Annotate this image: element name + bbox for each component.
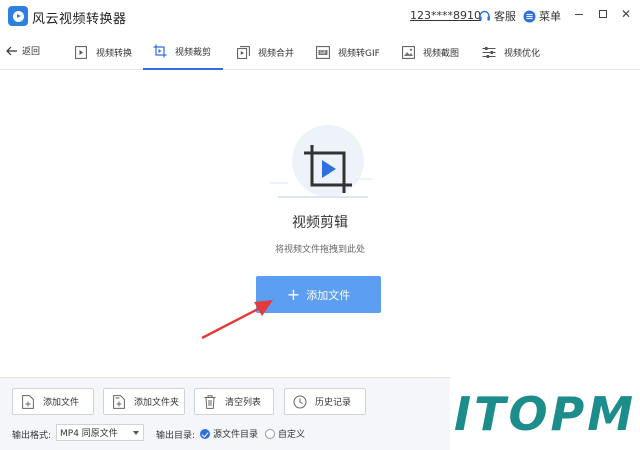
- history-button[interactable]: 历史记录: [284, 388, 366, 415]
- gif-icon: GIF: [316, 45, 330, 59]
- tab-label: 视频优化: [504, 48, 541, 59]
- user-account-link[interactable]: 123****8910: [410, 9, 481, 22]
- app-title: 风云视频转换器: [32, 12, 127, 27]
- button-label: 清空列表: [225, 398, 262, 408]
- tab-video-crop[interactable]: 视频裁剪: [143, 34, 224, 70]
- history-icon: [293, 395, 307, 409]
- drop-zone-hint: 将视频文件拖拽到此处: [274, 245, 365, 255]
- add-file-toolbar-button[interactable]: 添加文件: [12, 388, 94, 415]
- button-label: 添加文件夹: [134, 398, 180, 408]
- tab-video-merge[interactable]: 视频合并: [236, 34, 294, 70]
- close-button[interactable]: ✕: [619, 7, 633, 21]
- title-bar: 风云视频转换器 123****8910 客服 菜单 ✕: [0, 0, 640, 34]
- add-folder-button[interactable]: 添加文件夹: [103, 388, 185, 415]
- button-label: 历史记录: [315, 398, 352, 408]
- watermark: ITOPM: [450, 377, 640, 450]
- add-folder-icon: [112, 394, 126, 409]
- customer-service-button[interactable]: 客服: [478, 8, 516, 24]
- tab-label: 视频转换: [96, 48, 133, 59]
- trash-icon: [203, 394, 217, 409]
- tab-label: 视频合并: [258, 48, 295, 59]
- svg-text:GIF: GIF: [320, 50, 327, 55]
- watermark-text: ITOPM: [453, 386, 637, 441]
- annotation-arrow: [201, 300, 273, 340]
- radio-label: 自定义: [278, 430, 306, 440]
- tab-label: 视频转GIF: [338, 48, 380, 59]
- radio-custom-dir[interactable]: 自定义: [265, 427, 305, 440]
- screenshot-icon: [401, 45, 415, 59]
- clear-list-button[interactable]: 清空列表: [194, 388, 274, 415]
- headset-icon: [479, 10, 490, 20]
- radio-unchecked-icon: [265, 428, 275, 439]
- drop-zone[interactable]: 视频剪辑 将视频文件拖拽到此处 + 添加文件: [0, 71, 640, 377]
- tab-label: 视频裁剪: [175, 47, 212, 58]
- video-crop-illustration: [270, 125, 372, 198]
- optimize-icon: [482, 45, 496, 59]
- tab-video-to-gif[interactable]: GIF 视频转GIF: [316, 34, 380, 70]
- app-window: 风云视频转换器 123****8910 客服 菜单 ✕ 返回 视频转换 视频裁剪…: [0, 0, 640, 450]
- back-label: 返回: [22, 47, 41, 57]
- output-format-select[interactable]: MP4 同原文件: [56, 424, 144, 441]
- output-dir-label: 输出目录:: [156, 431, 196, 441]
- maximize-icon: [599, 10, 607, 18]
- add-file-label: 添加文件: [306, 288, 351, 302]
- app-logo-icon: [8, 6, 28, 26]
- menu-button[interactable]: 菜单: [523, 8, 561, 24]
- radio-source-dir[interactable]: 源文件目录: [200, 427, 258, 440]
- customer-service-label: 客服: [494, 10, 516, 23]
- radio-label: 源文件目录: [213, 430, 259, 440]
- tab-video-optimize[interactable]: 视频优化: [482, 34, 540, 70]
- tab-label: 视频截图: [423, 48, 460, 59]
- close-icon: ✕: [620, 7, 632, 21]
- tab-video-screenshot[interactable]: 视频截图: [401, 34, 459, 70]
- chevron-down-icon: [133, 431, 139, 435]
- merge-icon: [236, 45, 250, 59]
- radio-checked-icon: [200, 428, 210, 439]
- menu-label: 菜单: [539, 10, 561, 23]
- minimize-button[interactable]: [572, 7, 586, 21]
- maximize-button[interactable]: [596, 7, 610, 21]
- add-file-icon: [21, 394, 35, 409]
- output-format-value: MP4 同原文件: [60, 429, 118, 439]
- tab-video-convert[interactable]: 视频转换: [74, 34, 132, 70]
- arrow-left-icon: [6, 46, 17, 55]
- minimize-icon: [575, 13, 583, 15]
- video-convert-icon: [74, 45, 88, 59]
- function-tabs: 返回 视频转换 视频裁剪 视频合并 GIF 视频转GIF 视频截图 视频优化: [0, 34, 640, 70]
- output-format-label: 输出格式:: [12, 431, 52, 441]
- drop-zone-title: 视频剪辑: [292, 215, 348, 231]
- back-button[interactable]: 返回: [6, 44, 40, 57]
- button-label: 添加文件: [43, 398, 80, 408]
- crop-icon: [153, 44, 167, 58]
- menu-icon: [523, 10, 536, 22]
- plus-icon: +: [286, 284, 301, 304]
